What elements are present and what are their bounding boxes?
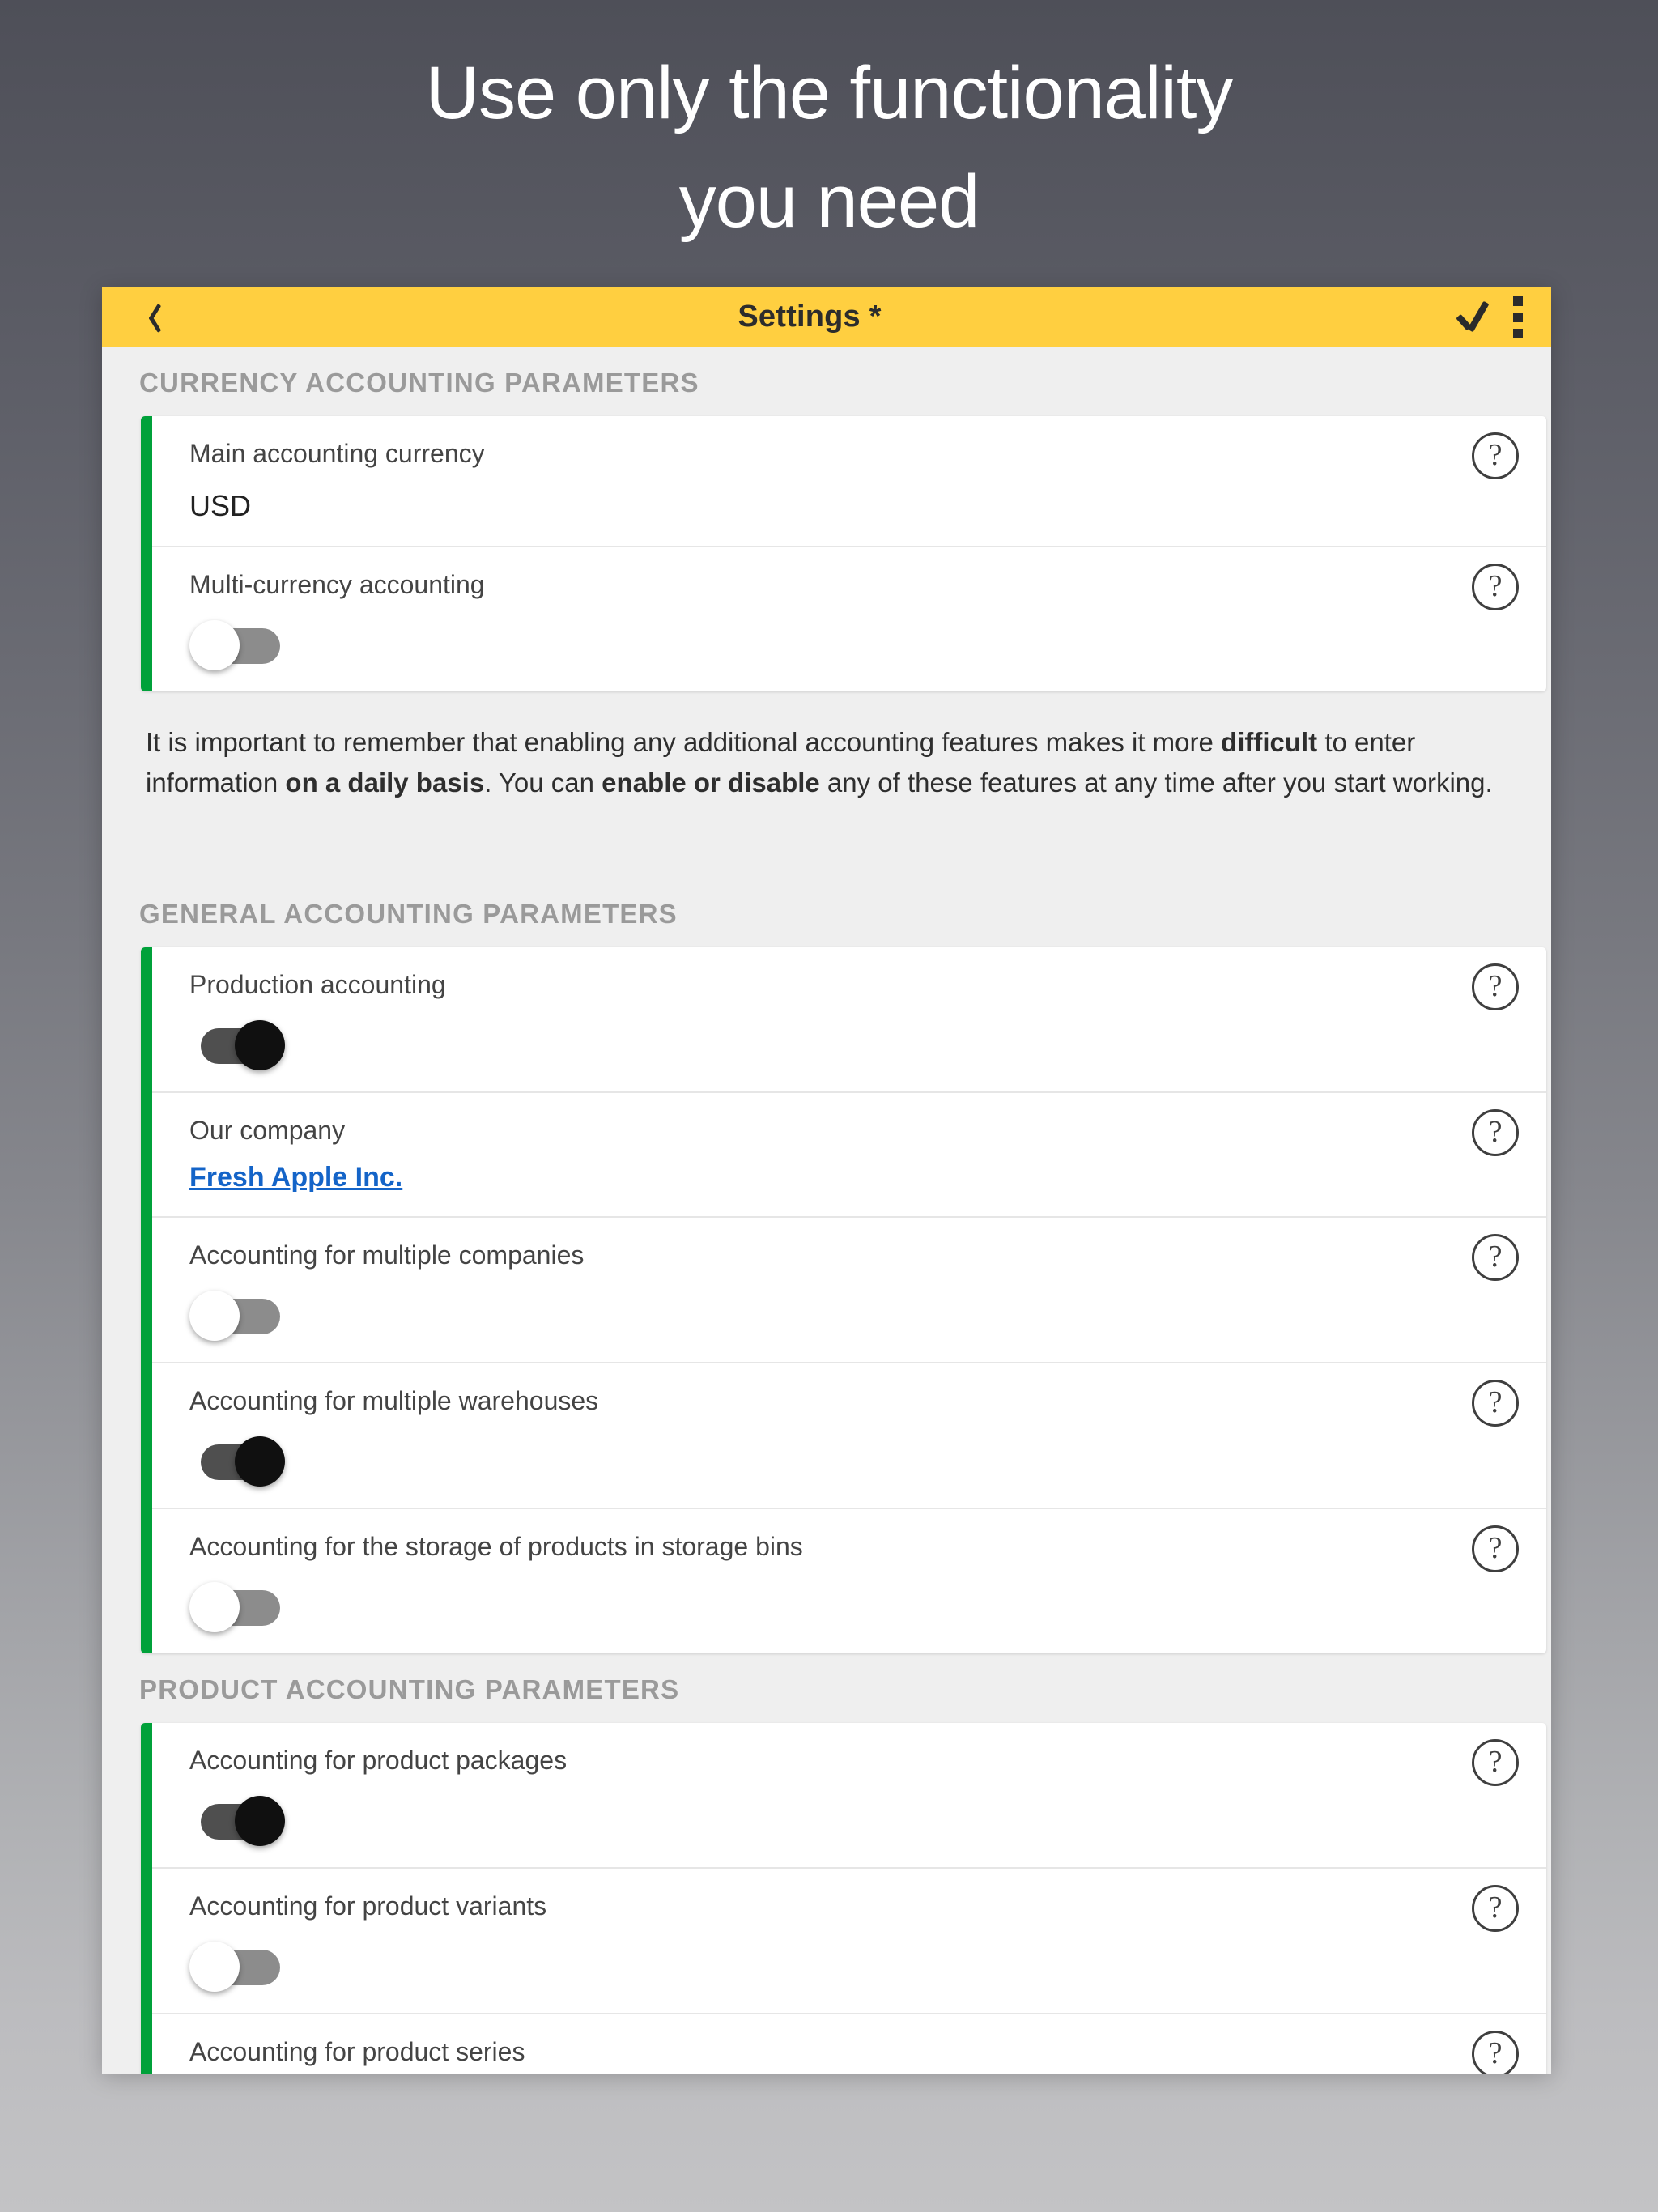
app-bar: Settings * (102, 287, 1551, 347)
row-label: Accounting for the storage of products i… (189, 1532, 803, 1561)
help-icon-glyph: ? (1488, 1114, 1503, 1149)
section-header-product: PRODUCT ACCOUNTING PARAMETERS (139, 1674, 680, 1704)
kebab-menu-icon[interactable] (1512, 296, 1524, 338)
check-icon[interactable] (1454, 300, 1491, 335)
help-icon-glyph: ? (1488, 568, 1503, 603)
row-label: Accounting for multiple companies (189, 1240, 585, 1270)
help-icon-glyph: ? (1488, 1744, 1503, 1779)
kebab-dot (1513, 328, 1523, 338)
chevron-left-icon (141, 302, 159, 333)
help-icon[interactable]: ? (1472, 1525, 1519, 1572)
row-label: Production accounting (189, 970, 446, 999)
toggle-thumb (235, 1020, 285, 1070)
row-label: Main accounting currency (189, 439, 485, 468)
card-currency: Main accounting currency USD ? Multi-cur… (141, 416, 1546, 691)
row-product-variants[interactable]: Accounting for product variants ? (152, 1867, 1546, 2013)
row-multiple-companies[interactable]: Accounting for multiple companies ? (152, 1216, 1546, 1362)
help-icon[interactable]: ? (1472, 432, 1519, 479)
toggle-product-packages[interactable] (189, 1796, 291, 1846)
help-icon[interactable]: ? (1472, 1885, 1519, 1932)
row-label: Our company (189, 1116, 346, 1145)
row-label: Accounting for product packages (189, 1746, 568, 1775)
page-title: Settings * (738, 300, 882, 334)
row-our-company[interactable]: Our company Fresh Apple Inc. ? (152, 1091, 1546, 1216)
info-note-part-1: It is important to remember that enablin… (146, 727, 1222, 757)
phone-screen: Settings * CURRENCY ACCOUNTING PARAMETER… (102, 287, 1551, 2074)
info-note: It is important to remember that enablin… (102, 691, 1551, 803)
help-icon[interactable]: ? (1472, 1380, 1519, 1427)
toggle-thumb (189, 1291, 240, 1341)
help-icon[interactable]: ? (1472, 2031, 1519, 2074)
headline-line-2: you need (678, 160, 980, 243)
row-production-accounting[interactable]: Production accounting ? (152, 947, 1546, 1091)
card-general: Production accounting ? Our company Fres… (141, 947, 1546, 1653)
kebab-dot (1513, 296, 1523, 306)
kebab-dot (1513, 312, 1523, 322)
settings-list[interactable]: CURRENCY ACCOUNTING PARAMETERS Main acco… (102, 347, 1551, 2074)
row-multi-currency-accounting[interactable]: Multi-currency accounting ? (152, 546, 1546, 691)
info-note-part-3: . You can (484, 768, 602, 798)
help-icon-glyph: ? (1488, 968, 1503, 1003)
toggle-multi-currency-accounting[interactable] (189, 620, 291, 670)
help-icon-glyph: ? (1488, 437, 1503, 472)
row-label: Accounting for multiple warehouses (189, 1386, 599, 1415)
row-multiple-warehouses[interactable]: Accounting for multiple warehouses ? (152, 1362, 1546, 1508)
help-icon-glyph: ? (1488, 1239, 1503, 1274)
row-product-series[interactable]: Accounting for product series ? (152, 2013, 1546, 2074)
info-note-bold-2: on a daily basis (285, 768, 485, 798)
help-icon[interactable]: ? (1472, 564, 1519, 610)
help-icon[interactable]: ? (1472, 1739, 1519, 1786)
row-label: Multi-currency accounting (189, 570, 485, 599)
info-note-part-4: any of these features at any time after … (819, 768, 1493, 798)
info-note-bold-1: difficult (1221, 727, 1318, 757)
row-product-packages[interactable]: Accounting for product packages ? (152, 1723, 1546, 1867)
app-bar-actions (1454, 296, 1528, 338)
card-product: Accounting for product packages ? Accoun… (141, 1723, 1546, 2074)
toggle-thumb (189, 1942, 240, 1992)
toggle-thumb (235, 1796, 285, 1846)
toggle-thumb (235, 1436, 285, 1487)
toggle-product-variants[interactable] (189, 1942, 291, 1992)
help-icon[interactable]: ? (1472, 963, 1519, 1010)
headline-line-1: Use only the functionality (425, 52, 1234, 134)
section-header-currency: CURRENCY ACCOUNTING PARAMETERS (139, 368, 699, 398)
help-icon-glyph: ? (1488, 2035, 1503, 2070)
our-company-link[interactable]: Fresh Apple Inc. (189, 1159, 402, 1195)
row-value: USD (189, 489, 252, 522)
info-note-bold-3: enable or disable (602, 768, 820, 798)
help-icon-glyph: ? (1488, 1385, 1503, 1419)
row-label: Accounting for product variants (189, 1891, 547, 1921)
section-header-general: GENERAL ACCOUNTING PARAMETERS (139, 899, 678, 929)
help-icon-glyph: ? (1488, 1890, 1503, 1925)
row-label: Accounting for product series (189, 2037, 525, 2066)
toggle-multiple-warehouses[interactable] (189, 1436, 291, 1487)
promo-headline: Use only the functionality you need (0, 39, 1658, 256)
toggle-thumb (189, 1582, 240, 1632)
help-icon-glyph: ? (1488, 1530, 1503, 1565)
help-icon[interactable]: ? (1472, 1109, 1519, 1156)
help-icon[interactable]: ? (1472, 1234, 1519, 1281)
toggle-production-accounting[interactable] (189, 1020, 291, 1070)
toggle-thumb (189, 620, 240, 670)
toggle-multiple-companies[interactable] (189, 1291, 291, 1341)
toggle-storage-bins[interactable] (189, 1582, 291, 1632)
row-main-accounting-currency[interactable]: Main accounting currency USD ? (152, 416, 1546, 546)
row-storage-bins[interactable]: Accounting for the storage of products i… (152, 1508, 1546, 1653)
